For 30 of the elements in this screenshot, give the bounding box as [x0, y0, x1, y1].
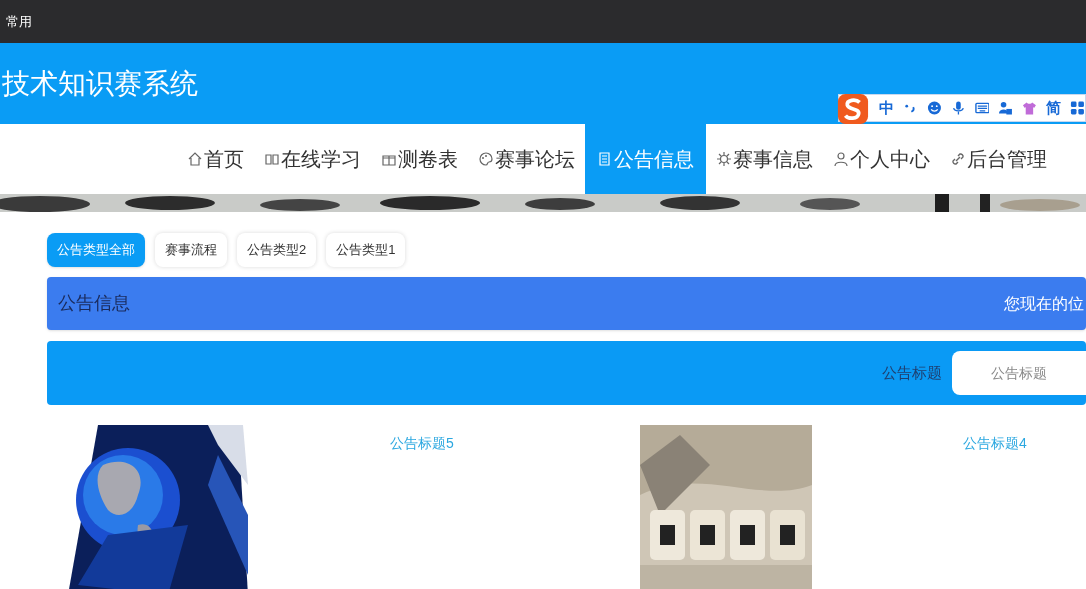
section-title: 公告信息	[58, 292, 130, 315]
keyboard-icon[interactable]	[974, 100, 990, 116]
nav-item[interactable]: 赛事论坛	[468, 124, 585, 194]
filter-tab[interactable]: 公告类型2	[237, 233, 317, 267]
person-icon	[833, 151, 849, 167]
palette-icon	[478, 151, 494, 167]
user-icon[interactable]	[998, 100, 1014, 116]
nav-item[interactable]: 在线学习	[254, 124, 371, 194]
search-field[interactable]: 公告标题	[952, 351, 1086, 395]
microphone-icon[interactable]	[950, 100, 966, 116]
emoji-icon[interactable]	[926, 100, 942, 116]
filter-tab[interactable]: 公告类型1	[326, 233, 406, 267]
nav-item[interactable]: 个人中心	[823, 124, 940, 194]
filter-tab[interactable]: 赛事流程	[155, 233, 227, 267]
nav-item[interactable]: 后台管理	[940, 124, 1057, 194]
breadcrumb-text: 您现在的位	[1004, 293, 1084, 314]
shirt-icon[interactable]	[1022, 100, 1038, 116]
nav-item[interactable]: 测卷表	[371, 124, 468, 194]
book-icon	[264, 151, 280, 167]
nav-item[interactable]: 赛事信息	[706, 124, 823, 194]
nav-item[interactable]: 首页	[177, 124, 254, 194]
home-icon	[187, 151, 203, 167]
site-title: 技术知识赛系统	[2, 66, 198, 101]
grid-icon[interactable]	[1070, 100, 1085, 116]
ime-script[interactable]: 简	[1046, 96, 1062, 120]
bookmark-item[interactable]: 常用	[6, 11, 32, 32]
document-icon	[597, 151, 613, 167]
link-icon	[950, 151, 966, 167]
ime-mode[interactable]: 中	[879, 96, 894, 120]
search-label: 公告标题	[882, 362, 942, 383]
